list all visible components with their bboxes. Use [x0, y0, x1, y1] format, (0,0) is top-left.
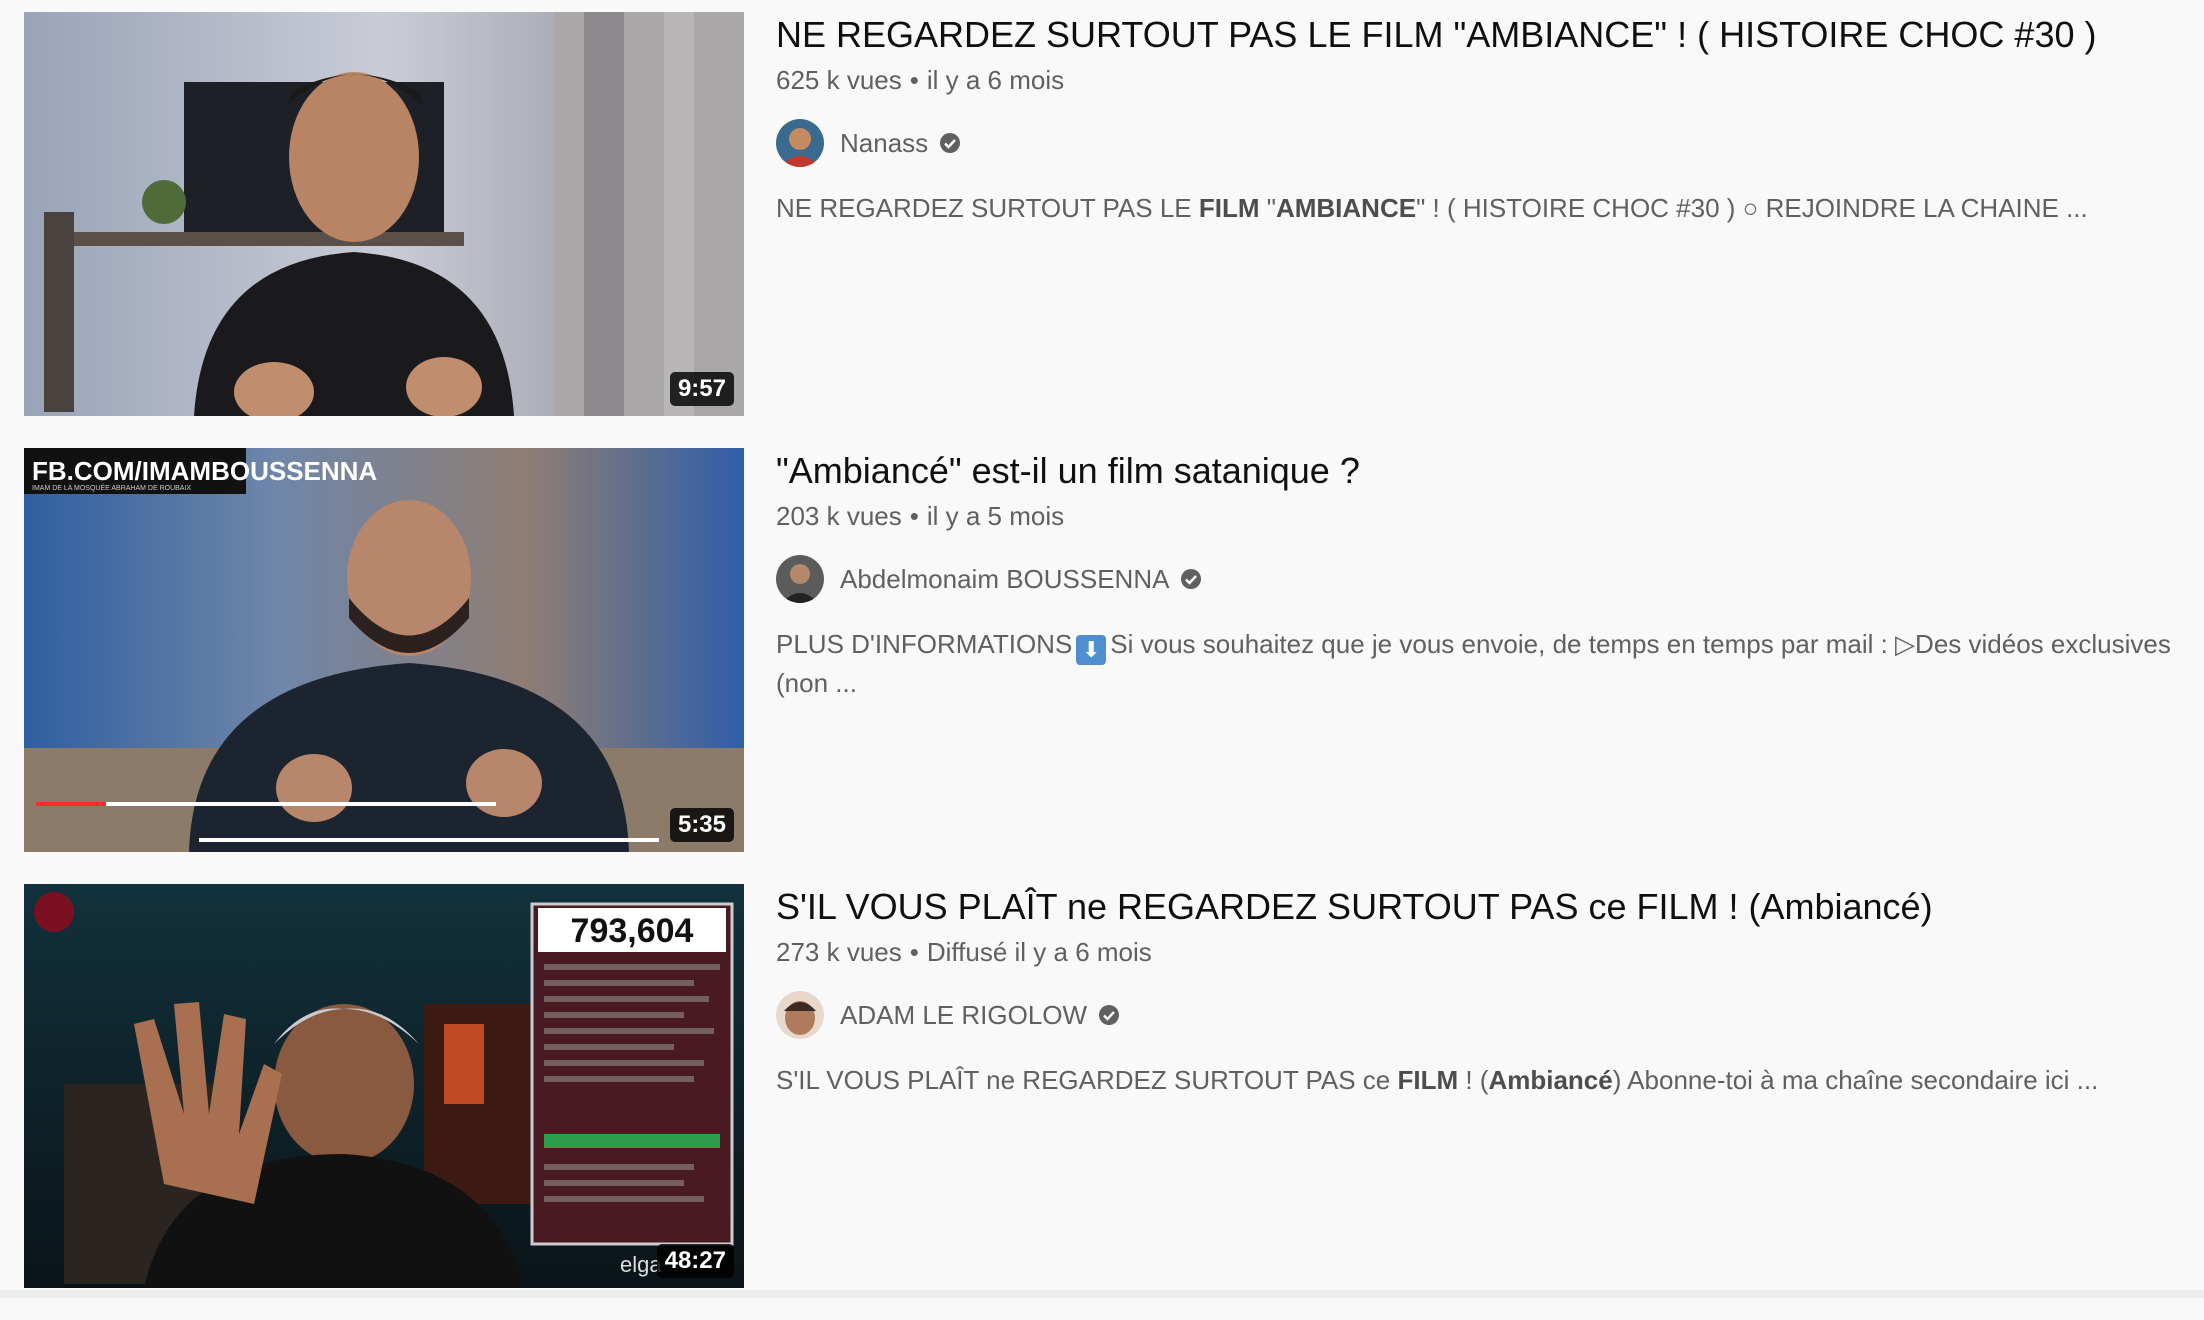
desc-text: ! ( — [1458, 1065, 1489, 1095]
down-arrow-emoji-icon: ⬇ — [1076, 635, 1107, 665]
video-metadata: 625 k vues • il y a 6 mois — [776, 64, 2184, 96]
separator-dot: • — [909, 501, 919, 531]
video-description: S'IL VOUS PLAÎT ne REGARDEZ SURTOUT PAS … — [776, 1062, 2176, 1099]
video-duration: 9:57 — [669, 372, 734, 406]
search-results-list: 9:57 NE REGARDEZ SURTOUT PAS LE FILM "AM… — [24, 12, 2184, 1320]
verified-badge-icon — [1179, 567, 1203, 591]
upload-age: il y a 6 mois — [926, 65, 1065, 95]
video-description: PLUS D'INFORMATIONS ⬇ Si vous souhaitez qu… — [776, 626, 2176, 702]
separator-dot: • — [909, 937, 919, 967]
desc-highlight: AMBIANCE — [1275, 193, 1417, 223]
channel-link[interactable]: Abdelmonaim BOUSSENNA — [776, 554, 2184, 604]
video-result: 9:57 NE REGARDEZ SURTOUT PAS LE FILM "AM… — [24, 12, 2184, 448]
video-thumbnail[interactable]: FB.COM/IMAMBOUSSENNA IMAM DE LA MOSQUÉE … — [24, 448, 744, 852]
desc-text: NE REGARDEZ SURTOUT PAS LE — [776, 193, 1199, 223]
video-title[interactable]: "Ambiancé" est-il un film satanique ? — [776, 448, 2184, 494]
video-description: NE REGARDEZ SURTOUT PAS LE FILM "AMBIANC… — [776, 190, 2176, 227]
thumbnail-counter: 793,604 — [571, 912, 694, 950]
video-metadata: 203 k vues • il y a 5 mois — [776, 500, 2184, 532]
video-result: 793,604 elga 48:27 S'IL VOUS PLAÎT ne RE… — [24, 884, 2184, 1320]
video-info: "Ambiancé" est-il un film satanique ? 20… — [776, 448, 2184, 702]
video-thumbnail[interactable]: 9:57 — [24, 12, 744, 416]
video-info: NE REGARDEZ SURTOUT PAS LE FILM "AMBIANC… — [776, 12, 2184, 227]
desc-text: " ! ( HISTOIRE CHOC #30 ) ○ REJOINDRE LA… — [1416, 193, 2088, 223]
desc-text: PLUS D'INFORMATIONS — [776, 629, 1073, 659]
desc-text: " — [1259, 193, 1276, 223]
view-count: 625 k vues — [776, 65, 902, 95]
desc-text: S'IL VOUS PLAÎT ne REGARDEZ SURTOUT PAS … — [776, 1065, 1398, 1095]
video-thumbnail[interactable]: 793,604 elga 48:27 — [24, 884, 744, 1288]
desc-text: ) Abonne-toi à ma chaîne secondaire ici … — [1612, 1065, 2099, 1095]
thumbnail-image — [24, 12, 744, 416]
page-bottom-edge — [0, 1290, 2204, 1298]
video-title[interactable]: NE REGARDEZ SURTOUT PAS LE FILM "AMBIANC… — [776, 12, 2184, 58]
view-count: 273 k vues — [776, 937, 902, 967]
video-title[interactable]: S'IL VOUS PLAÎT ne REGARDEZ SURTOUT PAS … — [776, 884, 2184, 930]
channel-avatar[interactable] — [776, 119, 824, 167]
view-count: 203 k vues — [776, 501, 902, 531]
video-metadata: 273 k vues • Diffusé il y a 6 mois — [776, 936, 2184, 968]
channel-name[interactable]: Nanass — [840, 128, 928, 159]
video-info: S'IL VOUS PLAÎT ne REGARDEZ SURTOUT PAS … — [776, 884, 2184, 1099]
channel-avatar[interactable] — [776, 991, 824, 1039]
video-duration: 48:27 — [656, 1244, 734, 1278]
upload-age: il y a 5 mois — [926, 501, 1065, 531]
thumbnail-overlay-subtitle: IMAM DE LA MOSQUÉE ABRAHAM DE ROUBAIX — [32, 483, 191, 492]
desc-highlight: FILM — [1397, 1065, 1459, 1095]
channel-name[interactable]: ADAM LE RIGOLOW — [840, 1000, 1087, 1031]
thumbnail-image: FB.COM/IMAMBOUSSENNA IMAM DE LA MOSQUÉE … — [24, 448, 744, 852]
video-result: FB.COM/IMAMBOUSSENNA IMAM DE LA MOSQUÉE … — [24, 448, 2184, 884]
desc-highlight: FILM — [1198, 193, 1260, 223]
channel-link[interactable]: ADAM LE RIGOLOW — [776, 990, 2184, 1040]
upload-age: Diffusé il y a 6 mois — [926, 937, 1152, 967]
video-duration: 5:35 — [669, 808, 734, 842]
verified-badge-icon — [938, 131, 962, 155]
channel-name[interactable]: Abdelmonaim BOUSSENNA — [840, 564, 1169, 595]
thumbnail-image: 793,604 elga — [24, 884, 744, 1288]
thumbnail-overlay-text: FB.COM/IMAMBOUSSENNA — [32, 456, 377, 486]
verified-badge-icon — [1097, 1003, 1121, 1027]
separator-dot: • — [909, 65, 919, 95]
desc-highlight: Ambiancé — [1488, 1065, 1613, 1095]
channel-avatar[interactable] — [776, 555, 824, 603]
channel-link[interactable]: Nanass — [776, 118, 2184, 168]
